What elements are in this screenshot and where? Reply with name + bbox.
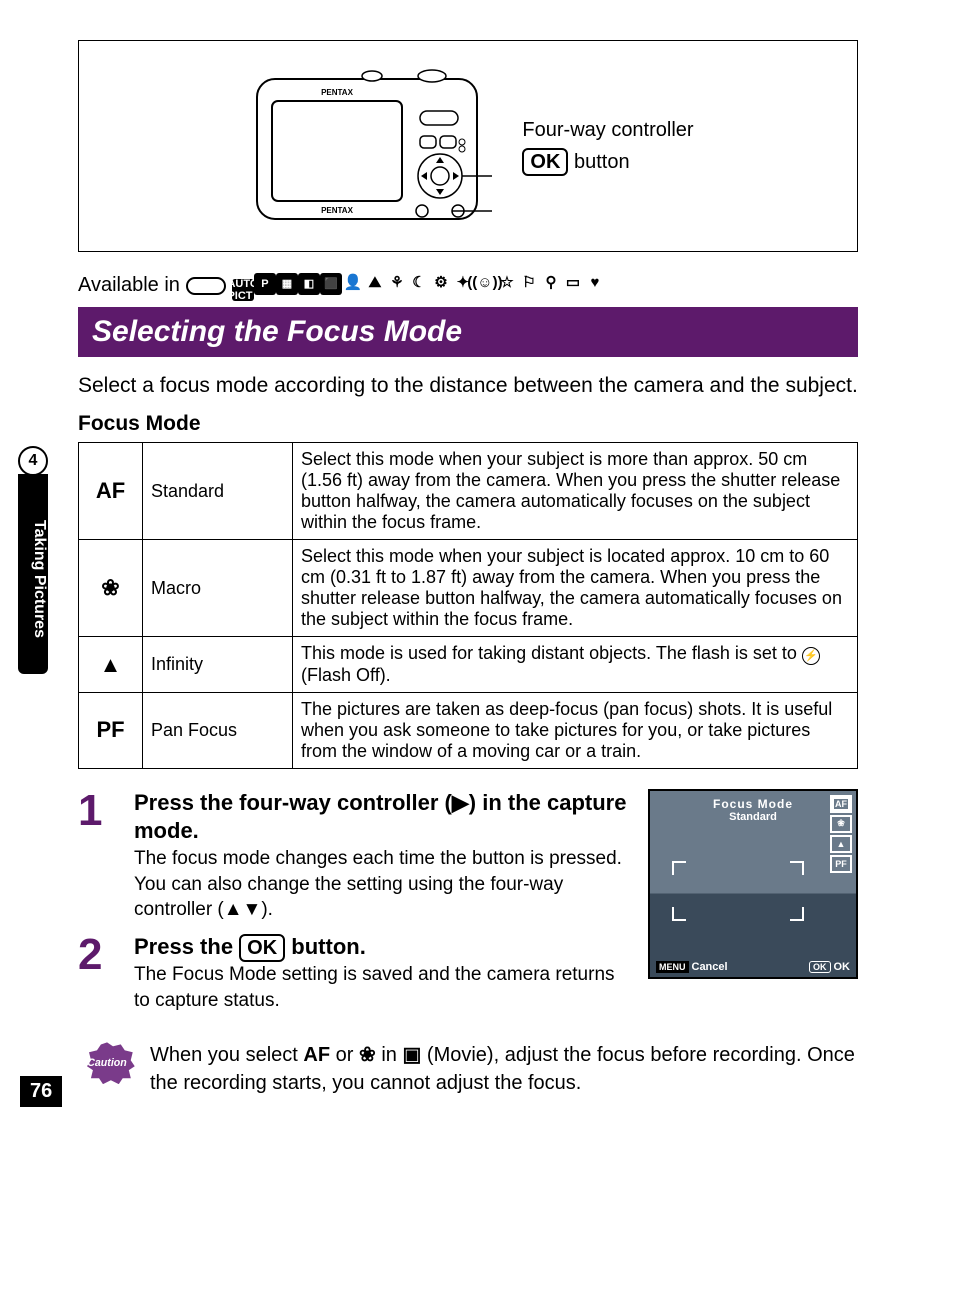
mode-icon: ⚲ <box>540 271 562 293</box>
available-modes-row: Available in AUTO PICTP▦◧⬛👤⛰⚘☾⚙✦((☺))☆⚐⚲… <box>78 270 858 301</box>
step-2-text: The Focus Mode setting is saved and the … <box>134 962 632 1013</box>
mode-icon: ▦ <box>276 273 298 295</box>
lcd-preview: Focus Mode Standard AF ❀ ▲ PF MENUCancel… <box>648 789 858 979</box>
available-prefix: Available in <box>78 274 180 297</box>
table-row: ▲InfinityThis mode is used for taking di… <box>79 637 858 693</box>
mode-icon: ⚐ <box>518 271 540 293</box>
macro-icon: ❀ <box>359 1044 376 1066</box>
svg-text:Caution: Caution <box>87 1057 127 1069</box>
mode-icon: ♥ <box>584 272 606 294</box>
camera-callout-box: PENTAX PENTAX Four-way controller <box>78 40 858 252</box>
mode-icon: ⚘ <box>386 271 408 293</box>
caution-icon: Caution <box>78 1041 136 1084</box>
chapter-side-tab: 4 Taking Pictures <box>18 446 48 674</box>
lcd-menu-badge: MENU <box>656 961 689 973</box>
flash-off-icon: ⚡ <box>802 647 820 665</box>
focus-mode-desc: Select this mode when your subject is mo… <box>293 443 858 540</box>
step-number: 2 <box>78 933 116 1013</box>
lcd-icon-infinity: ▲ <box>830 835 852 853</box>
focus-mode-desc: Select this mode when your subject is lo… <box>293 540 858 637</box>
table-row: PFPan FocusThe pictures are taken as dee… <box>79 692 858 768</box>
intro-text: Select a focus mode according to the dis… <box>78 371 858 400</box>
mode-icon: ((☺)) <box>474 272 496 294</box>
focus-mode-name: Standard <box>143 443 293 540</box>
ok-button-label: OK <box>239 934 285 962</box>
lcd-ok-label: OK <box>834 961 851 973</box>
table-row: ❀MacroSelect this mode when your subject… <box>79 540 858 637</box>
lcd-focus-icons: AF ❀ ▲ PF <box>830 795 852 873</box>
lcd-icon-macro: ❀ <box>830 815 852 833</box>
focus-mode-icon: AF <box>79 443 143 540</box>
page-number: 76 <box>20 1076 62 1107</box>
mode-icon: P <box>254 273 276 295</box>
mode-icon: ◧ <box>298 273 320 295</box>
caution-block: Caution When you select AF or ❀ in ▣ (Mo… <box>78 1041 858 1097</box>
lcd-subtitle: Standard <box>650 811 856 823</box>
focus-mode-desc: This mode is used for taking distant obj… <box>293 637 858 693</box>
step-number: 1 <box>78 789 116 923</box>
focus-mode-table: AFStandardSelect this mode when your sub… <box>78 442 858 769</box>
lcd-cancel-label: Cancel <box>692 961 728 973</box>
svg-text:PENTAX: PENTAX <box>321 88 354 97</box>
focus-mode-desc: The pictures are taken as deep-focus (pa… <box>293 692 858 768</box>
step-2-title: Press the OK button. <box>134 933 632 962</box>
mode-icon: ☾ <box>408 271 430 293</box>
focus-mode-subhead: Focus Mode <box>78 412 858 436</box>
focus-mode-icon: ▲ <box>79 637 143 693</box>
lcd-icon-pf: PF <box>830 855 852 873</box>
step-2: 2 Press the OK button. The Focus Mode se… <box>78 933 632 1013</box>
movie-icon: ▣ <box>402 1044 421 1066</box>
camera-illustration: PENTAX PENTAX <box>242 61 492 231</box>
focus-mode-icon: ❀ <box>79 540 143 637</box>
svg-text:PENTAX: PENTAX <box>321 206 354 215</box>
section-title-bar: Selecting the Focus Mode <box>78 307 858 357</box>
mode-icon: ⛰ <box>364 272 386 294</box>
mode-icon: ▭ <box>562 271 584 293</box>
caution-text: When you select AF or ❀ in ▣ (Movie), ad… <box>150 1041 858 1097</box>
ok-button-label: OK <box>522 148 568 176</box>
callout-ok: OK button <box>522 146 693 178</box>
mode-icon: ☆ <box>496 271 518 293</box>
focus-mode-name: Infinity <box>143 637 293 693</box>
step-1: 1 Press the four-way controller (▶) in t… <box>78 789 632 923</box>
mode-icon: ⚙ <box>430 271 452 293</box>
step-1-text: The focus mode changes each time the but… <box>134 846 632 923</box>
step-1-title: Press the four-way controller (▶) in the… <box>134 789 632 846</box>
lcd-title: Focus Mode <box>650 791 856 811</box>
mode-icon: AUTO PICT <box>232 279 254 301</box>
callout-four-way: Four-way controller <box>522 114 693 146</box>
mode-icon: ⬛ <box>320 273 342 295</box>
mode-icon: 👤 <box>342 271 364 293</box>
lcd-icon-af: AF <box>830 795 852 813</box>
table-row: AFStandardSelect this mode when your sub… <box>79 443 858 540</box>
chapter-number-badge: 4 <box>18 446 48 476</box>
focus-mode-icon: PF <box>79 692 143 768</box>
lcd-ok-badge: OK <box>809 961 831 973</box>
mode-pill-icon <box>186 277 226 295</box>
focus-mode-name: Macro <box>143 540 293 637</box>
chapter-label: Taking Pictures <box>18 474 48 674</box>
focus-mode-name: Pan Focus <box>143 692 293 768</box>
camera-callout-labels: Four-way controller OK button <box>522 114 693 178</box>
